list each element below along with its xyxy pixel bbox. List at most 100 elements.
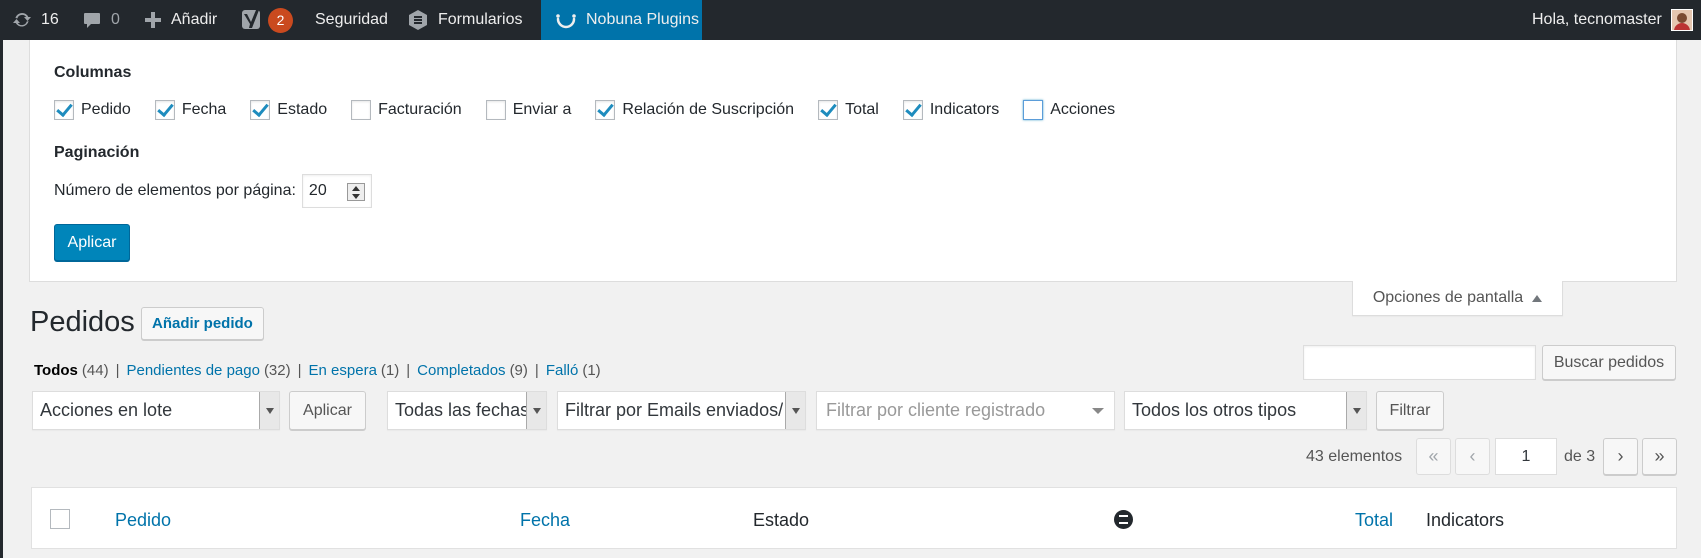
yoast-link[interactable]: 2 [241,0,293,40]
total-pages: de 3 [1564,448,1596,465]
column-toggle-acciones[interactable]: Acciones [1023,100,1115,120]
caret-down-icon [1092,408,1104,414]
column-toggle-label: Indicators [929,101,1000,118]
checkbox[interactable] [154,100,175,120]
column-toggle-pedido[interactable]: Pedido [54,100,131,120]
orders-table-header: Pedido Fecha Estado Total Indicators [31,487,1677,549]
per-page-value: 20 [308,182,327,199]
checkbox[interactable] [595,100,616,120]
checkbox[interactable] [902,100,923,120]
nobuna-label: Nobuna Plugins [586,11,699,28]
checkbox[interactable] [1023,100,1044,120]
my-account-link[interactable]: Hola, tecnomaster [1532,0,1693,40]
column-toggle-label: Facturación [378,101,462,118]
columns-heading: Columnas [54,64,132,81]
separator: | [297,362,302,379]
column-header-total[interactable]: Total [1355,510,1393,531]
screen-options-panel: Columnas Pedido Fecha Estado Facturación… [29,40,1677,282]
comments-count: 0 [111,11,120,28]
nobuna-plugins-link[interactable]: Nobuna Plugins [541,0,702,40]
column-header-date[interactable]: Fecha [520,510,570,531]
chevron-down-icon [259,392,279,429]
per-page-input[interactable]: 20 [301,174,372,208]
forms-label: Formularios [438,11,523,28]
checkbox[interactable] [250,100,271,120]
column-toggle-label: Estado [277,101,328,118]
column-toggle-label: Pedido [81,101,131,118]
security-link[interactable]: Seguridad [315,0,388,40]
refresh-icon [12,10,32,30]
column-toggle-facturacion[interactable]: Facturación [351,100,462,120]
column-toggle-relacion-suscripcion[interactable]: Relación de Suscripción [595,100,794,120]
bulk-actions-select[interactable]: Acciones en lote [32,391,280,430]
column-toggle-label: Enviar a [512,101,572,118]
subscription-relation-icon [1114,510,1133,529]
checkbox[interactable] [351,100,372,120]
page-title: Pedidos [30,306,135,338]
greeting-text: Hola, tecnomaster [1532,11,1662,28]
checkbox[interactable] [818,100,839,120]
status-filter-completed[interactable]: Completados (9) [417,362,528,379]
bulk-apply-button[interactable]: Aplicar [289,391,366,430]
column-toggle-label: Total [845,101,879,118]
chevron-down-icon [526,392,546,429]
apply-screen-options-button[interactable]: Aplicar [54,224,130,261]
separator: | [115,362,120,379]
column-toggle-total[interactable]: Total [818,100,879,120]
add-order-button[interactable]: Añadir pedido [141,307,264,340]
last-page-button[interactable]: » [1642,438,1677,475]
updates-count: 16 [41,11,59,28]
per-page-row: Número de elementos por página: 20 [54,174,372,208]
smile-icon [555,9,577,31]
separator: | [534,362,539,379]
avatar [1670,9,1693,31]
new-content-label: Añadir [171,11,218,28]
checkbox[interactable] [54,100,74,120]
caret-up-icon [1532,294,1543,302]
checkbox[interactable] [485,100,506,120]
per-page-label: Número de elementos por página: [54,182,296,199]
column-toggle-estado[interactable]: Estado [250,100,327,120]
column-toggle-label: Relación de Suscripción [622,101,795,118]
pagination-heading: Paginación [54,144,140,161]
status-filter-on-hold[interactable]: En espera (1) [309,362,400,379]
admin-bar: 16 0 Añadir 2 Seguridad Formularios Nobu… [0,0,1701,40]
column-header-order[interactable]: Pedido [115,510,171,531]
status-filter-pending[interactable]: Pendientes de pago (32) [126,362,290,379]
chevron-down-icon [1346,392,1366,429]
screen-options-toggle-label: Opciones de pantalla [1372,289,1524,306]
date-filter-select[interactable]: Todas las fechas [387,391,547,430]
columns-checkbox-row: Pedido Fecha Estado Facturación Enviar a… [54,100,1139,120]
new-content-link[interactable]: Añadir [144,0,217,40]
column-toggle-label: Acciones [1050,101,1116,118]
number-spinner[interactable] [346,183,365,201]
screen-options-toggle[interactable]: Opciones de pantalla [1352,281,1563,316]
status-filter-list: Todos (44) | Pendientes de pago (32) | En … [34,362,601,379]
forms-icon [407,9,429,31]
current-page-input[interactable]: 1 [1495,438,1557,475]
search-input[interactable] [1303,345,1536,380]
status-filter-failed[interactable]: Falló (1) [546,362,601,379]
items-count: 43 elementos [1306,448,1403,465]
search-orders-button[interactable]: Buscar pedidos [1542,345,1676,380]
select-all-checkbox[interactable] [50,509,70,529]
security-label: Seguridad [315,11,388,28]
comments-link[interactable]: 0 [82,0,120,40]
admin-menu-edge [0,40,3,558]
updates-link[interactable]: 16 [12,0,59,40]
separator: | [406,362,411,379]
forms-link[interactable]: Formularios [407,0,522,40]
column-toggle-fecha[interactable]: Fecha [154,100,226,120]
first-page-button[interactable]: « [1416,438,1451,475]
customer-filter-select[interactable]: Filtrar por cliente registrado [816,391,1115,430]
type-filter-select[interactable]: Todos los otros tipos [1124,391,1367,430]
email-filter-select[interactable]: Filtrar por Emails enviados/enviado [557,391,806,430]
prev-page-button[interactable]: ‹ [1455,438,1490,475]
column-toggle-enviar-a[interactable]: Enviar a [485,100,572,120]
comment-icon [82,10,102,30]
column-toggle-indicators[interactable]: Indicators [902,100,1000,120]
next-page-button[interactable]: › [1603,438,1638,475]
yoast-badge: 2 [268,7,293,33]
filter-button[interactable]: Filtrar [1376,391,1444,430]
status-filter-all[interactable]: Todos (44) [34,362,109,379]
